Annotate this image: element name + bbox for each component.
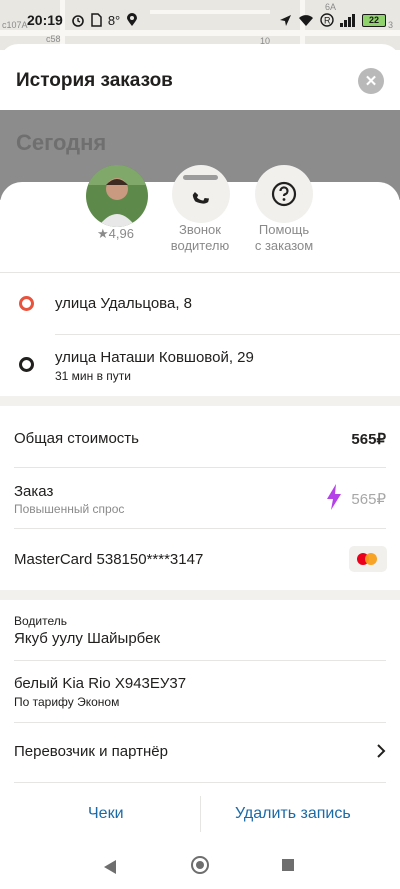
section-today-title: Сегодня <box>16 130 107 155</box>
driver-name: Якуб уулу Шайырбек <box>14 630 161 647</box>
status-time: 20:19 <box>27 12 63 28</box>
mastercard-icon <box>349 546 387 572</box>
question-icon <box>271 181 297 207</box>
order-value: 565₽ <box>351 491 386 508</box>
battery-icon: 22 <box>362 13 386 27</box>
total-cost-value: 565₽ <box>351 431 386 448</box>
order-surge-note: Повышенный спрос <box>14 502 125 516</box>
divider <box>14 528 386 529</box>
divider <box>14 722 386 723</box>
close-button[interactable]: ✕ <box>358 68 384 94</box>
section-gap <box>0 590 400 600</box>
carrier-partner-row[interactable]: Перевозчик и партнёр <box>14 743 168 760</box>
status-icons-left: 8° <box>71 13 138 28</box>
wifi-icon <box>299 14 313 26</box>
home-icon[interactable] <box>191 856 209 874</box>
footer-separator <box>200 796 201 832</box>
divider <box>14 660 386 661</box>
chevron-right-icon <box>377 744 386 758</box>
status-temp: 8° <box>107 12 121 28</box>
call-driver-button[interactable] <box>172 165 230 223</box>
svg-text:R: R <box>324 16 331 26</box>
sheet-grabber[interactable] <box>183 175 218 180</box>
phone-icon <box>192 191 210 204</box>
order-label: Заказ <box>14 483 54 500</box>
divider <box>55 334 400 335</box>
lightning-icon <box>327 484 341 510</box>
payment-card-label[interactable]: MasterCard 538150****3147 <box>14 551 203 568</box>
alarm-icon <box>72 15 84 27</box>
total-cost-label: Общая стоимость <box>14 430 139 447</box>
navigation-arrow-icon <box>280 14 291 26</box>
route-duration: 31 мин в пути <box>55 369 132 383</box>
driver-heading: Водитель <box>14 614 68 628</box>
back-icon[interactable] <box>104 860 116 874</box>
signal-icon <box>340 13 355 27</box>
system-nav-bar <box>0 844 400 889</box>
receipts-button[interactable]: Чеки <box>88 805 124 823</box>
driver-rating: ★4,96 <box>97 226 134 241</box>
route-start-dot <box>19 296 34 311</box>
status-icons-right: R 22 <box>279 13 386 27</box>
route-from-address: улица Удальцова, 8 <box>55 295 193 312</box>
route-to-address: улица Наташи Ковшовой, 29 <box>55 349 254 366</box>
sim-icon <box>91 13 102 27</box>
close-icon: ✕ <box>364 73 378 90</box>
divider <box>14 467 386 468</box>
divider <box>14 782 386 783</box>
recent-apps-icon[interactable] <box>282 859 294 871</box>
car-info: белый Kia Rio Х943ЕУ37 <box>14 675 187 692</box>
route-end-dot <box>19 357 34 372</box>
history-header: История заказов ✕ <box>0 44 400 114</box>
delete-record-button[interactable]: Удалить запись <box>235 805 351 823</box>
status-bar: 20:19 8° R 22 <box>0 0 400 40</box>
divider <box>0 272 400 273</box>
location-pin-icon <box>127 13 138 26</box>
order-help-label: Помощь с заказом <box>254 222 314 253</box>
call-driver-label: Звонок водителю <box>170 222 230 253</box>
tariff-info: По тарифу Эконом <box>14 695 120 709</box>
page-title: История заказов <box>16 70 173 91</box>
section-gap <box>0 396 400 406</box>
driver-avatar <box>86 165 148 227</box>
roaming-icon: R <box>320 13 334 27</box>
order-help-button[interactable] <box>255 165 313 223</box>
